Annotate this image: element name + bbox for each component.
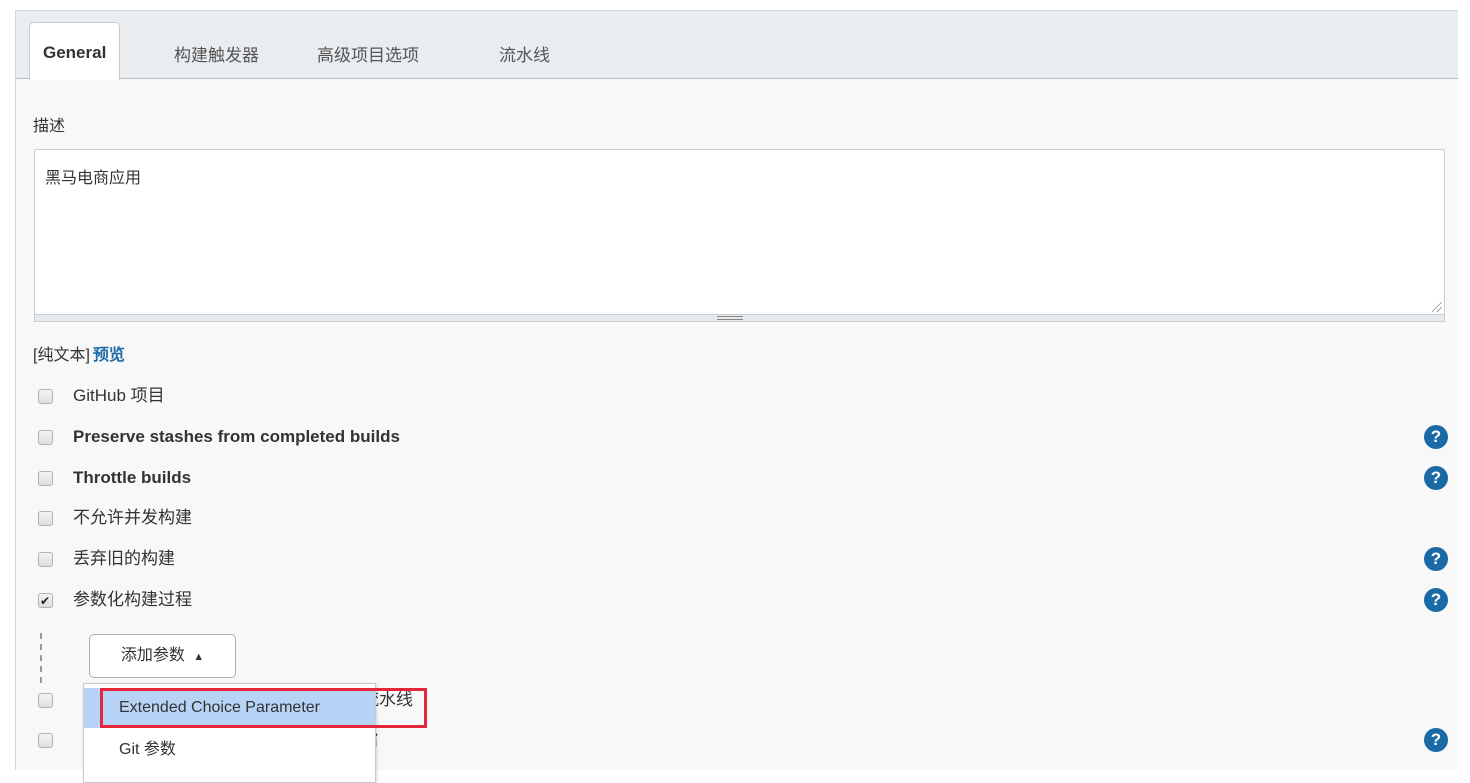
option-label: 不允许并发构建 [73,508,192,527]
preview-link[interactable]: 预览 [93,347,125,364]
format-label: [纯文本] [33,347,90,364]
option-preserve-stashes[interactable]: Preserve stashes from completed builds ? [38,422,1448,452]
resize-grip-icon[interactable] [1432,302,1442,312]
checkbox[interactable] [38,389,53,404]
description-value: 黑马电商应用 [45,170,142,187]
option-throttle-builds[interactable]: Throttle builds ? [38,463,1448,493]
checkbox[interactable] [38,733,53,748]
option-label: 参数化构建过程 [73,590,192,609]
option-no-concurrent-builds[interactable]: 不允许并发构建 [38,503,1448,533]
option-label: GitHub 项目 [73,386,165,405]
config-panel: General 构建触发器 高级项目选项 流水线 描述 黑马电商应用 [纯文本]… [15,10,1458,783]
option-parameterized-build[interactable]: 参数化构建过程 ? [38,585,1448,616]
annotation-highlight-box [100,688,427,728]
help-icon[interactable]: ? [1424,728,1448,752]
menu-item-git-parameter[interactable]: Git 参数 [84,730,375,770]
help-icon[interactable]: ? [1424,547,1448,571]
help-icon[interactable]: ? [1424,425,1448,449]
format-line: [纯文本] 预览 [33,341,125,365]
tab-build-triggers[interactable]: 构建触发器 [174,32,259,79]
checkbox[interactable] [38,693,53,708]
drag-handle-icon[interactable] [717,316,743,320]
description-label: 描述 [33,118,66,135]
menu-item-label: Git 参数 [119,741,176,758]
add-parameter-button[interactable]: 添加参数 ▲ [89,634,236,678]
checkbox-checked[interactable] [38,586,53,616]
checkbox[interactable] [38,471,53,486]
param-section-guide [40,633,42,683]
textarea-drag-bar[interactable] [34,314,1445,322]
option-discard-old-builds[interactable]: 丢弃旧的构建 ? [38,544,1448,574]
caret-up-icon: ▲ [193,651,205,663]
add-parameter-menu: Extended Choice Parameter Git 参数 [83,683,427,783]
option-github-project[interactable]: GitHub 项目 [38,381,1448,411]
option-label: Preserve stashes from completed builds [73,427,400,446]
tab-pipeline[interactable]: 流水线 [499,32,550,79]
help-icon[interactable]: ? [1424,466,1448,490]
help-icon[interactable]: ? [1424,588,1448,612]
checkbox[interactable] [38,552,53,567]
tab-general[interactable]: General [29,22,121,80]
menu-item-extended-choice-parameter[interactable]: Extended Choice Parameter [84,688,427,728]
checkbox[interactable] [38,511,53,526]
option-label: 丢弃旧的构建 [73,549,175,568]
tab-bar: General 构建触发器 高级项目选项 流水线 [16,11,1458,80]
checkbox[interactable] [38,430,53,445]
tab-advanced-options[interactable]: 高级项目选项 [317,32,419,79]
option-label: Throttle builds [73,468,192,487]
description-textarea[interactable]: 黑马电商应用 [34,149,1445,315]
add-parameter-label: 添加参数 [120,647,185,664]
